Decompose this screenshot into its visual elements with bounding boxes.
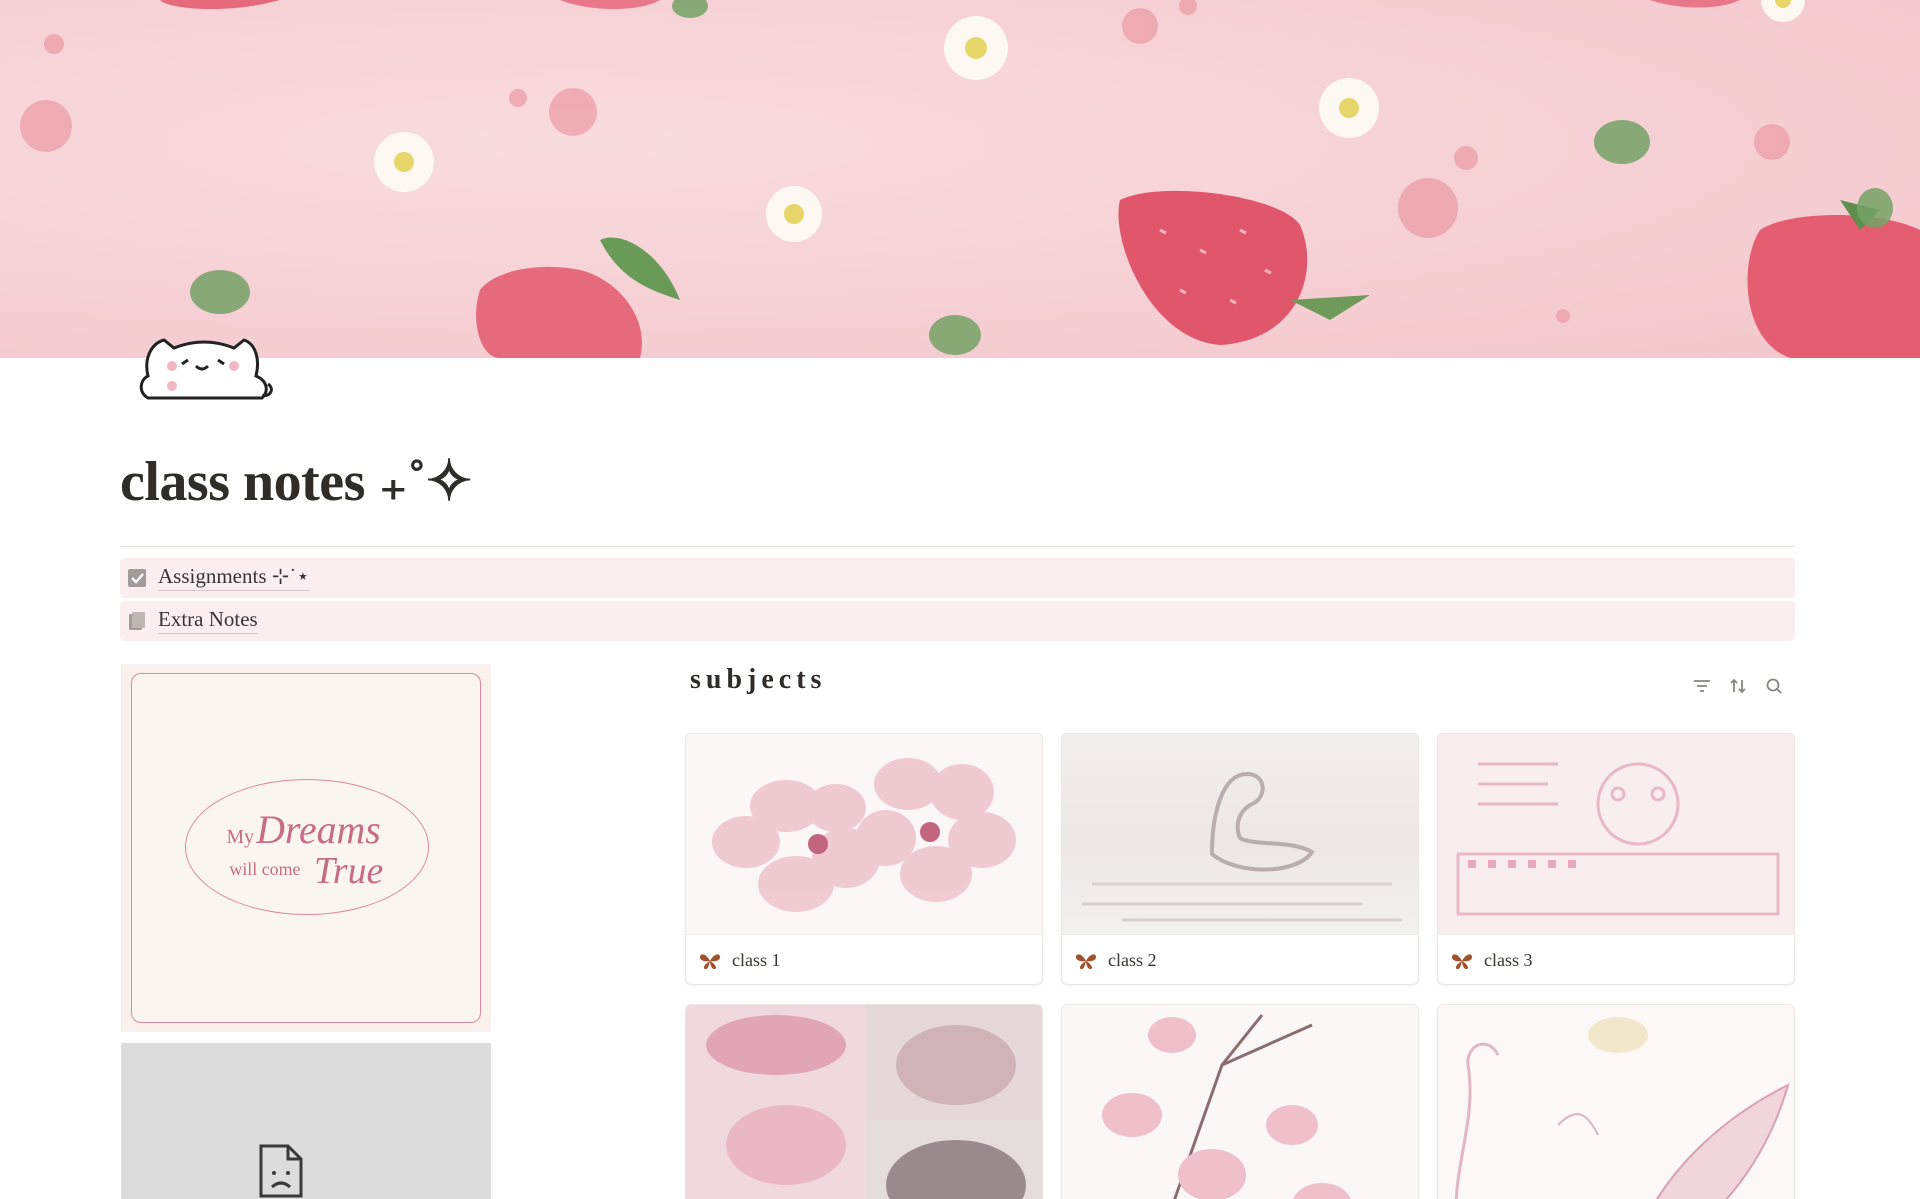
broken-file-icon xyxy=(258,1143,304,1199)
gallery-card[interactable]: class 2 xyxy=(1061,733,1419,985)
gallery-card[interactable] xyxy=(1061,1004,1419,1199)
gallery-card[interactable]: class 1 xyxy=(685,733,1043,985)
card-cover-blossom-branch xyxy=(1062,1005,1418,1199)
database-toolbar xyxy=(1692,676,1784,696)
database-title[interactable]: subjects xyxy=(690,664,826,696)
card-cover-cherry-blossom xyxy=(686,734,1042,934)
poster-true: True xyxy=(314,850,383,892)
link-assignments[interactable]: Assignments ⊹˙⋆ xyxy=(120,558,1795,598)
poster-dreams: Dreams xyxy=(255,808,380,852)
card-title: class 3 xyxy=(1484,950,1533,970)
divider xyxy=(120,546,1795,547)
gallery-card[interactable] xyxy=(1437,1004,1795,1199)
cat-icon[interactable] xyxy=(134,330,276,406)
link-extra-notes[interactable]: Extra Notes xyxy=(120,601,1795,641)
card-cover-butterfly xyxy=(1438,1005,1794,1199)
link-label[interactable]: Assignments ⊹˙⋆ xyxy=(158,564,310,592)
gallery-card[interactable] xyxy=(685,1004,1043,1199)
poster-my: My xyxy=(226,826,254,848)
checkbox-icon xyxy=(126,567,148,589)
card-title: class 2 xyxy=(1108,950,1157,970)
card-cover-blur xyxy=(686,1005,1042,1199)
poster-frame: My Dreams will come True xyxy=(131,673,481,1023)
cover-image xyxy=(0,0,1920,358)
butterfly-icon xyxy=(1450,951,1474,971)
poster-will-come: will come xyxy=(229,859,300,879)
sort-icon[interactable] xyxy=(1728,676,1748,696)
broken-image-placeholder xyxy=(121,1043,491,1199)
link-label[interactable]: Extra Notes xyxy=(158,607,258,635)
page-title: class notes ₊˚✧ xyxy=(120,451,473,513)
butterfly-icon xyxy=(1074,951,1098,971)
gallery-card[interactable]: class 3 xyxy=(1437,733,1795,985)
dreams-poster-image: My Dreams will come True xyxy=(121,664,491,1032)
search-icon[interactable] xyxy=(1764,676,1784,696)
document-icon xyxy=(126,610,148,632)
card-cover-collage xyxy=(1438,734,1794,934)
butterfly-icon xyxy=(698,951,722,971)
card-cover-swan xyxy=(1062,734,1418,934)
card-title: class 1 xyxy=(732,950,781,970)
filter-icon[interactable] xyxy=(1692,676,1712,696)
